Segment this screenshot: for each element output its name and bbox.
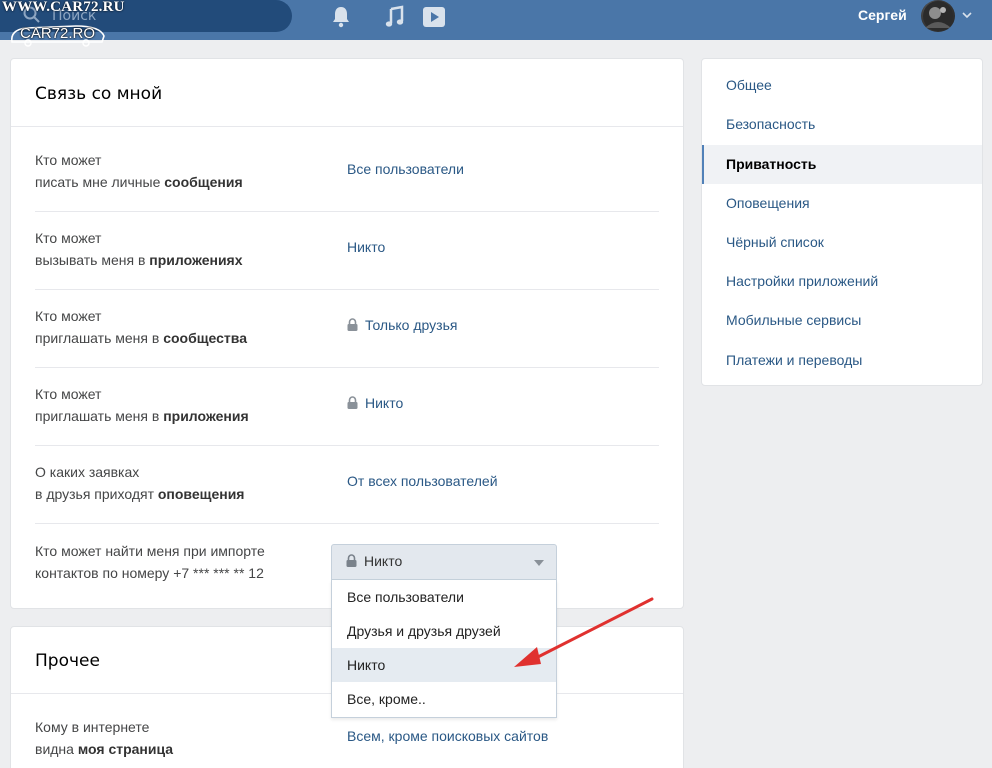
value-text: Никто	[347, 239, 386, 255]
setting-label: Кто может приглашать меня в приложения	[35, 383, 249, 427]
section-title: Связь со мной	[35, 84, 163, 104]
label-line: Кто может	[35, 230, 102, 246]
import-privacy-select[interactable]: Никто	[331, 544, 557, 580]
label-keyword: сообщения	[164, 174, 243, 190]
setting-label: Кому в интернете видна моя страница	[35, 716, 173, 760]
label-line: Кто может	[35, 308, 102, 324]
setting-value-friend-requests[interactable]: От всех пользователей	[347, 473, 498, 489]
label-line: приглашать меня в	[35, 408, 164, 424]
contacts-panel: Связь со мной Кто может писать мне личны…	[10, 58, 684, 609]
menu-item-security[interactable]: Безопасность	[702, 105, 982, 144]
label-line: вызывать меня в	[35, 252, 150, 268]
label-keyword: приложения	[163, 408, 249, 424]
divider	[35, 211, 659, 212]
label-line: Кто может найти меня при импорте	[35, 543, 265, 559]
lock-icon	[347, 396, 358, 409]
value-text: От всех пользователей	[347, 473, 498, 489]
setting-label: Кто может вызывать меня в приложениях	[35, 227, 243, 271]
value-text: Только друзья	[365, 317, 458, 333]
divider	[35, 289, 659, 290]
chevron-down-icon[interactable]	[961, 10, 973, 20]
menu-item-notifications[interactable]: Оповещения	[702, 184, 982, 223]
label-line: О каких заявках	[35, 464, 140, 480]
menu-item-app-settings[interactable]: Настройки приложений	[702, 262, 982, 301]
setting-value-app-invites[interactable]: Никто	[347, 395, 403, 411]
caret-down-icon	[534, 560, 544, 566]
divider	[35, 445, 659, 446]
dropdown-option[interactable]: Все, кроме..	[332, 682, 556, 716]
dropdown-menu: Все пользователи Друзья и друзья друзей …	[331, 580, 557, 718]
label-keyword: моя страница	[77, 741, 174, 757]
settings-menu: Общее Безопасность Приватность Оповещени…	[701, 58, 983, 386]
label-line: Кто может	[35, 386, 102, 402]
setting-value-app-calls[interactable]: Никто	[347, 239, 385, 255]
dropdown-option-highlighted[interactable]: Никто	[332, 648, 556, 682]
menu-item-blacklist[interactable]: Чёрный список	[702, 223, 982, 262]
menu-item-general[interactable]: Общее	[702, 66, 982, 105]
divider	[35, 523, 659, 524]
setting-value-community-invites[interactable]: Только друзья	[347, 317, 457, 333]
label-keyword: приложениях	[149, 252, 243, 268]
watermark-logo: CAR72.RO	[6, 22, 110, 48]
label-line: писать мне личные	[35, 174, 165, 190]
watermark-text: WWW.CAR72.RU	[2, 0, 125, 15]
dropdown-option[interactable]: Друзья и друзья друзей	[332, 614, 556, 648]
setting-value-page-visibility[interactable]: Всем, кроме поисковых сайтов	[347, 728, 548, 744]
label-keyword: оповещения	[157, 486, 245, 502]
setting-label: Кто может приглашать меня в сообщества	[35, 305, 247, 349]
divider	[11, 126, 683, 127]
label-line: видна	[35, 741, 78, 757]
video-icon[interactable]	[421, 4, 447, 30]
select-value: Никто	[346, 553, 402, 569]
divider	[35, 367, 659, 368]
setting-label: Кто может писать мне личные сообщения	[35, 149, 243, 193]
avatar[interactable]	[921, 0, 955, 32]
setting-label: Кто может найти меня при импорте контакт…	[35, 540, 265, 584]
setting-value-messages[interactable]: Все пользователи	[347, 161, 464, 177]
lock-icon	[347, 318, 358, 331]
label-line: контактов по номеру +7 *** *** ** 12	[35, 565, 264, 581]
label-line: в друзья приходят	[35, 486, 158, 502]
selected-option-text: Никто	[364, 553, 403, 569]
value-text: Все пользователи	[347, 161, 464, 177]
label-line: приглашать меня в	[35, 330, 164, 346]
lock-icon	[346, 554, 357, 567]
menu-item-payments[interactable]: Платежи и переводы	[702, 341, 982, 380]
value-text: Никто	[365, 395, 404, 411]
top-bar: Поиск Сергей	[0, 0, 992, 40]
section-title: Прочее	[35, 651, 100, 671]
label-line: Кому в интернете	[35, 719, 150, 735]
dropdown-option[interactable]: Все пользователи	[332, 580, 556, 614]
setting-label: О каких заявках в друзья приходят оповещ…	[35, 461, 244, 505]
watermark-logo-text: CAR72.RO	[20, 25, 96, 42]
menu-item-privacy[interactable]: Приватность	[702, 145, 982, 184]
bell-icon[interactable]	[328, 4, 354, 30]
user-name[interactable]: Сергей	[858, 7, 907, 23]
value-text: Всем, кроме поисковых сайтов	[347, 728, 549, 744]
music-icon[interactable]	[382, 4, 408, 30]
label-line: Кто может	[35, 152, 102, 168]
menu-item-mobile-services[interactable]: Мобильные сервисы	[702, 301, 982, 340]
label-keyword: сообщества	[163, 330, 247, 346]
